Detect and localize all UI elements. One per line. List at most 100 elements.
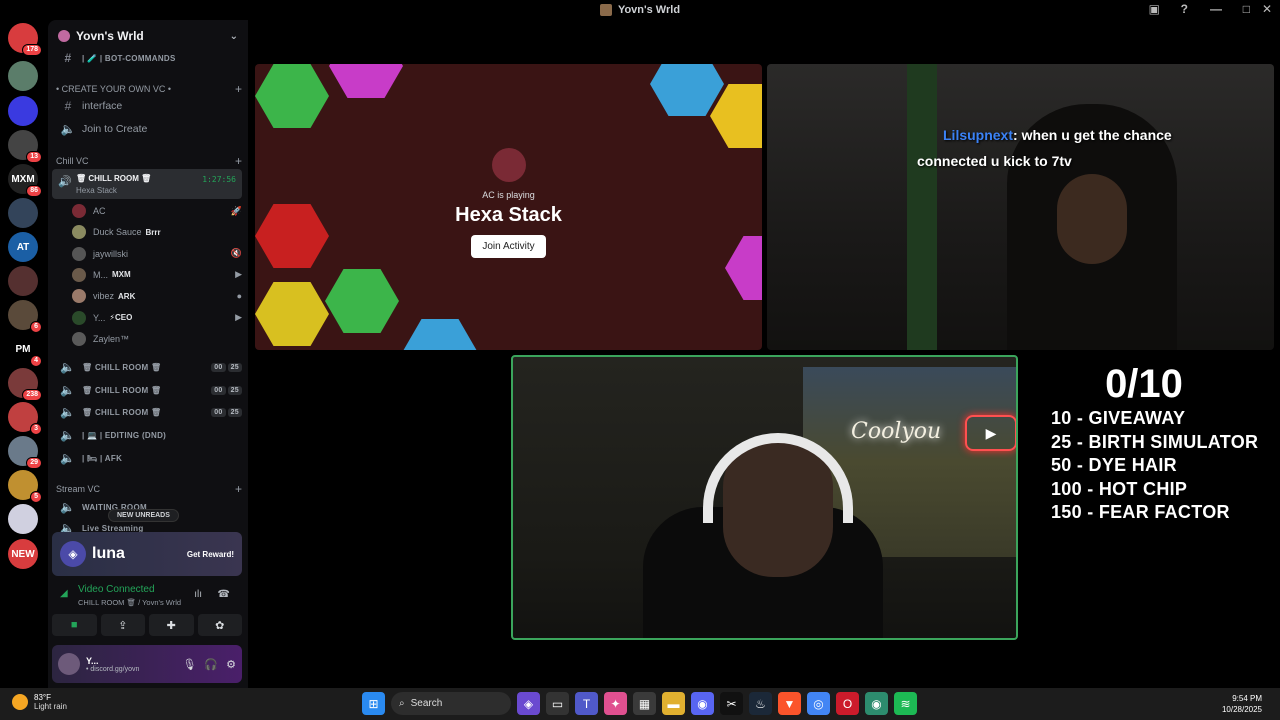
luna-promo-banner[interactable]: ◈ luna Get Reward!	[52, 532, 242, 576]
obs-icon[interactable]: ◉	[865, 692, 888, 715]
channel-label: | 🛏 | AFK	[82, 453, 123, 463]
server-icon[interactable]: MXM 86	[8, 164, 42, 197]
server-name: Yovn's Wrld	[76, 29, 144, 43]
voice-member[interactable]: AC 🚀	[72, 201, 242, 221]
system-clock[interactable]: 9:54 PM 10/28/2025	[1222, 693, 1262, 715]
noise-suppression-icon[interactable]: ılı	[194, 589, 202, 600]
voice-member[interactable]: M... MXM ▶	[72, 265, 242, 285]
avatar[interactable]	[58, 653, 80, 675]
disconnect-icon[interactable]: ☎	[218, 589, 230, 600]
user-count: 00	[211, 407, 226, 417]
server-icon[interactable]	[8, 96, 38, 126]
taskbar-search[interactable]: ⌕ Search	[391, 692, 511, 715]
activity-game-name: Hexa Stack	[455, 204, 562, 226]
spotify-icon[interactable]: ≋	[894, 692, 917, 715]
get-reward-button[interactable]: Get Reward!	[187, 550, 234, 559]
taskbar-apps: ⊞ ⌕ Search ◈ ▭ T ✦ ▦ ▬ ◉ ✂ ♨ ▼ ◎ O ◉ ≋	[362, 692, 917, 715]
opera-icon[interactable]: O	[836, 692, 859, 715]
hex-tile-green	[255, 64, 329, 128]
capcut-icon[interactable]: ✂	[720, 692, 743, 715]
server-icon[interactable]: NEW	[8, 539, 38, 569]
microphone-icon[interactable]: 🎙	[182, 658, 196, 671]
window-title: Yovn's Wrld	[617, 4, 681, 16]
inbox-icon[interactable]: ▣	[1149, 2, 1160, 16]
store-icon[interactable]: ▦	[633, 692, 656, 715]
mention-badge: 6	[30, 321, 42, 333]
server-icon[interactable]	[8, 504, 38, 534]
server-icon[interactable]: 3	[8, 402, 42, 435]
voice-channel[interactable]: 🔈 🗑 CHILL ROOM 🗑 00 25	[56, 380, 242, 400]
activity-tile[interactable]: AC is playing Hexa Stack Join Activity	[255, 64, 762, 350]
server-icon[interactable]: 29	[8, 436, 42, 469]
maximize-button[interactable]: □	[1243, 2, 1250, 16]
mention-badge: 178	[22, 44, 42, 56]
brave-icon[interactable]: ▼	[778, 692, 801, 715]
server-icon[interactable]: PM 4	[8, 334, 42, 367]
category-create-vc[interactable]: • CREATE YOUR OWN VC • +	[56, 82, 242, 96]
add-channel-icon[interactable]: +	[235, 82, 242, 96]
search-label: Search	[410, 698, 443, 709]
goal-counter: 0/10	[1105, 362, 1183, 406]
soundboard-button[interactable]: ✿	[197, 614, 242, 636]
copilot-icon[interactable]: ◈	[517, 692, 540, 715]
teams-icon[interactable]: T	[575, 692, 598, 715]
signal-icon[interactable]: ◢	[60, 588, 68, 599]
headphones-icon[interactable]: 🎧	[204, 658, 218, 671]
category-stream-vc[interactable]: Stream VC +	[56, 482, 242, 496]
webcam-tile-1[interactable]: Lilsupnext: when u get the chance connec…	[767, 64, 1274, 350]
server-icon[interactable]: 13	[8, 130, 42, 163]
close-button[interactable]: ✕	[1262, 2, 1272, 16]
discord-home-icon[interactable]: 178	[8, 23, 42, 56]
active-voice-channel[interactable]: 🔊 🗑 CHILL ROOM 🗑 Hexa Stack 1:27:56	[52, 169, 242, 199]
server-icon[interactable]	[8, 198, 38, 228]
server-icon[interactable]	[8, 61, 38, 91]
server-icon[interactable]: 6	[8, 300, 42, 333]
copilot-app-icon[interactable]: ✦	[604, 692, 627, 715]
webcam-tile-2[interactable]: Coolyou ▶	[511, 355, 1018, 640]
voice-member[interactable]: Y... ⚡CEO ▶	[72, 308, 242, 328]
channel-join-to-create[interactable]: 🔈 Join to Create	[56, 119, 242, 139]
chrome-icon[interactable]: ◎	[807, 692, 830, 715]
join-activity-button[interactable]: Join Activity	[471, 235, 546, 258]
windows-start-icon[interactable]: ⊞	[362, 692, 385, 715]
speaker-icon: 🔈	[60, 405, 76, 419]
member-name: Zaylen™	[93, 333, 130, 344]
server-icon[interactable]: 5	[8, 470, 42, 503]
channel-bot-commands[interactable]: # | 🧪 | BOT-COMMANDS	[56, 48, 242, 68]
voice-member[interactable]: Duck Sauce Brrr	[72, 222, 242, 242]
channel-activity: Hexa Stack	[76, 186, 117, 195]
weather-widget[interactable]: 83°F Light rain	[12, 693, 67, 711]
voice-channel[interactable]: 🔈 🗑 CHILL ROOM 🗑 00 25	[56, 357, 242, 377]
voice-channel[interactable]: 🔈 | 🛏 | AFK	[56, 448, 242, 468]
hashtag-icon: #	[64, 51, 72, 65]
discord-icon[interactable]: ◉	[691, 692, 714, 715]
chevron-down-icon[interactable]: ⌄	[230, 31, 238, 42]
voice-member[interactable]: vibez ARK ●	[72, 286, 242, 306]
file-explorer-icon[interactable]: ▬	[662, 692, 685, 715]
add-channel-icon[interactable]: +	[235, 482, 242, 496]
minimize-button[interactable]: —	[1210, 2, 1222, 16]
hex-tile-yellow	[255, 282, 329, 346]
new-unreads-pill[interactable]: NEW UNREADS	[108, 509, 179, 522]
steam-icon[interactable]: ♨	[749, 692, 772, 715]
server-icon[interactable]	[8, 266, 38, 296]
category-chill-vc[interactable]: Chill VC +	[56, 154, 242, 168]
camera-button[interactable]: ■	[52, 614, 97, 636]
speaker-icon: 🔈	[60, 122, 76, 136]
voice-channel[interactable]: 🔈 | 💻 | EDITING (DND)	[56, 425, 242, 445]
subgoal-overlay: 0/10 10 - GIVEAWAY 25 - BIRTH SIMULATOR …	[1040, 362, 1278, 525]
gear-icon[interactable]: ⚙	[226, 658, 236, 671]
activities-button[interactable]: ✚	[149, 614, 194, 636]
screen-share-button[interactable]: ⇪	[100, 614, 145, 636]
channel-interface[interactable]: # interface	[56, 96, 242, 116]
voice-location[interactable]: CHILL ROOM 🗑 / Yovn's Wrld	[78, 598, 181, 607]
task-view-icon[interactable]: ▭	[546, 692, 569, 715]
server-icon[interactable]: AT	[8, 232, 38, 262]
voice-channel[interactable]: 🔈 🗑 CHILL ROOM 🗑 00 25	[56, 402, 242, 422]
voice-member[interactable]: jaywillski 🔇	[72, 244, 242, 264]
server-icon[interactable]: 238	[8, 368, 42, 401]
help-icon[interactable]: ?	[1181, 2, 1188, 16]
voice-member[interactable]: Zaylen™	[72, 329, 242, 349]
add-channel-icon[interactable]: +	[235, 154, 242, 168]
neon-sign: Coolyou	[851, 419, 942, 444]
